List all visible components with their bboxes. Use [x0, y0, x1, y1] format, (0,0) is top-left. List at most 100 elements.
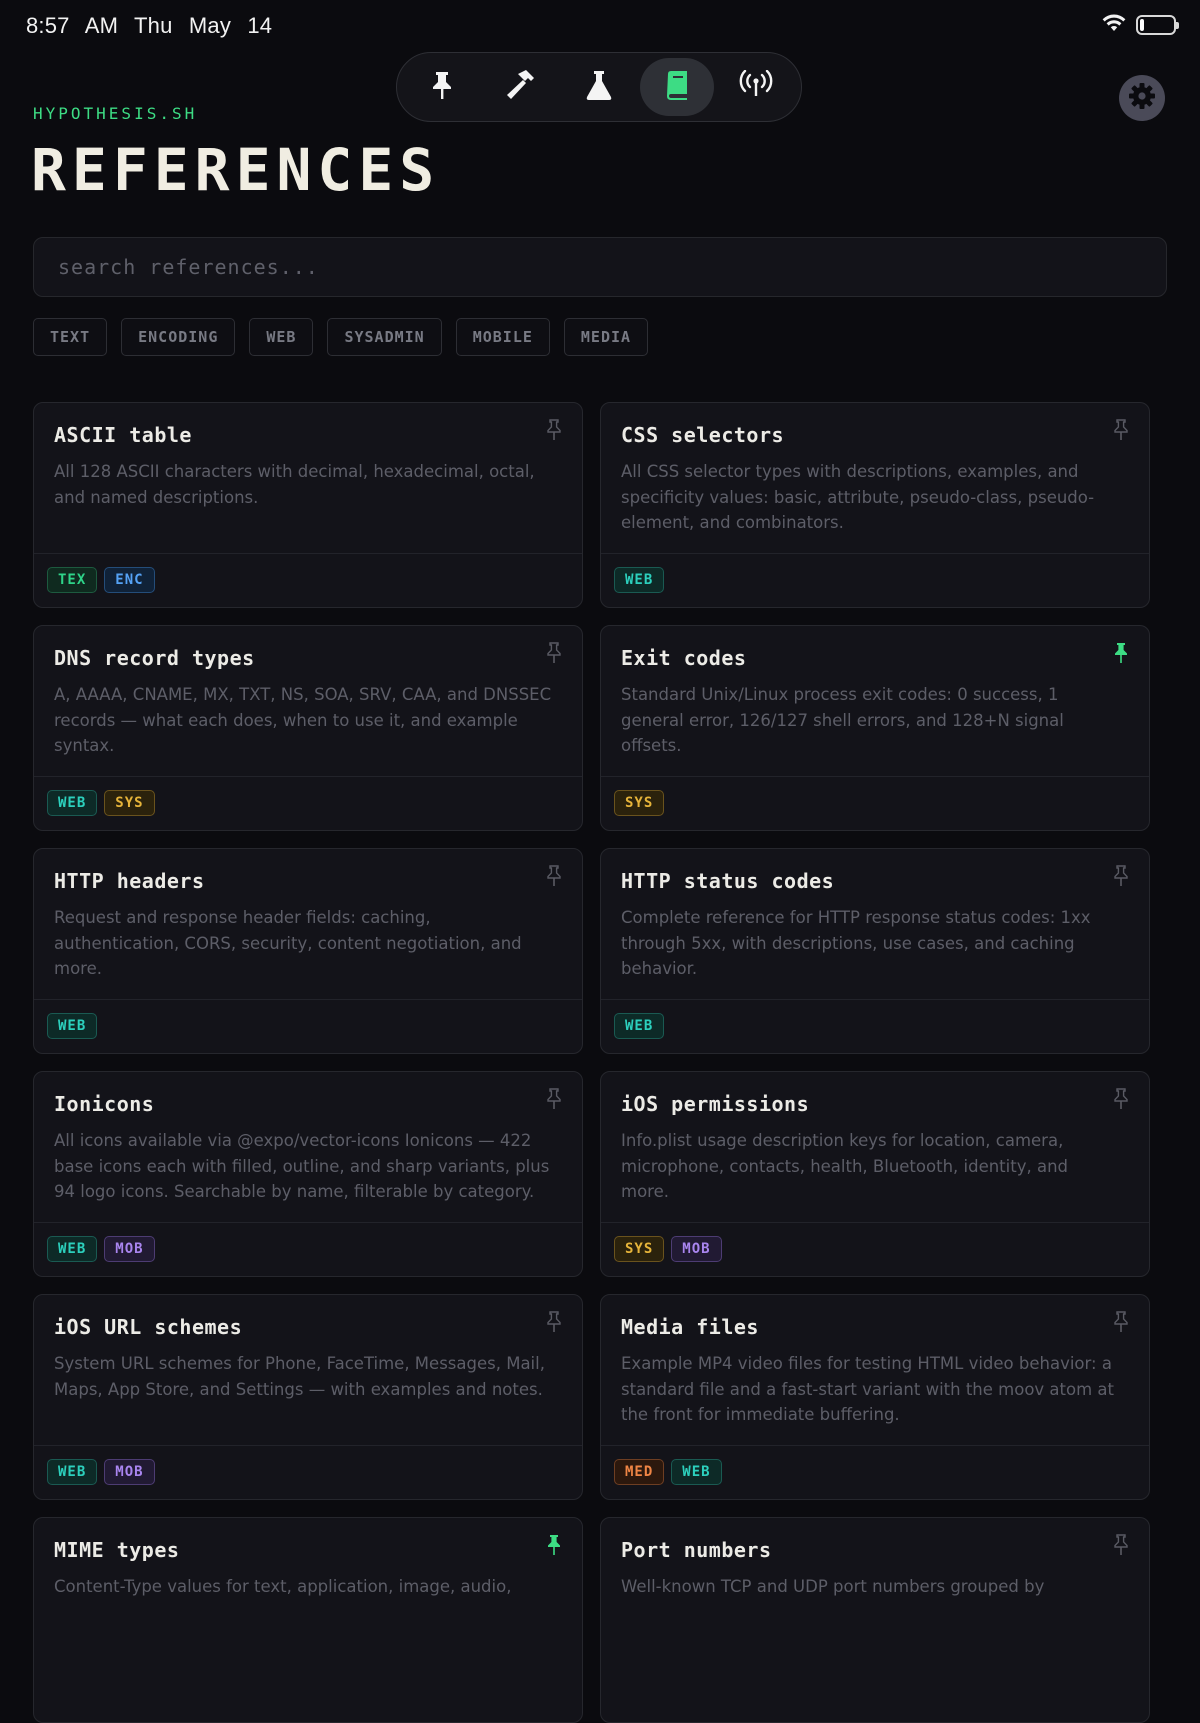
- book-icon: [664, 70, 690, 104]
- search-box: [33, 237, 1167, 297]
- tag-badge: WEB: [614, 1013, 665, 1039]
- pin-icon[interactable]: [544, 642, 564, 664]
- filter-bar: TEXT ENCODING WEB SYSADMIN MOBILE MEDIA: [33, 318, 649, 356]
- reference-card[interactable]: Port numbers Well-known TCP and UDP port…: [600, 1517, 1150, 1723]
- card-description: Info.plist usage description keys for lo…: [621, 1131, 1068, 1201]
- pin-icon[interactable]: [544, 1311, 564, 1333]
- status-icons: [1102, 14, 1179, 36]
- wifi-icon: [1102, 14, 1126, 36]
- card-tags: WEB: [47, 1013, 98, 1039]
- tag-badge: WEB: [47, 1013, 98, 1039]
- filter-encoding[interactable]: ENCODING: [121, 318, 236, 356]
- pin-icon[interactable]: [1111, 1311, 1131, 1333]
- filter-mobile[interactable]: MOBILE: [455, 318, 550, 356]
- card-tags: TEX ENC: [47, 567, 155, 593]
- tool-references-button[interactable]: [640, 58, 715, 116]
- card-tags: WEB MOB: [47, 1236, 155, 1262]
- reference-card[interactable]: HTTP headers Request and response header…: [33, 848, 583, 1054]
- tag-badge: WEB: [47, 1236, 98, 1262]
- card-description: Well-known TCP and UDP port numbers grou…: [621, 1577, 1045, 1596]
- card-title: Exit codes: [621, 646, 747, 670]
- reference-card[interactable]: MIME types Content-Type values for text,…: [33, 1517, 583, 1723]
- tag-badge: WEB: [671, 1459, 722, 1485]
- tool-switcher: [396, 52, 802, 122]
- pin-icon: [429, 70, 455, 104]
- filter-text[interactable]: TEXT: [33, 318, 108, 356]
- brand-label: HYPOTHESIS.SH: [33, 104, 198, 123]
- card-divider: [34, 553, 582, 554]
- card-description: System URL schemes for Phone, FaceTime, …: [54, 1354, 545, 1399]
- card-title: Media files: [621, 1315, 759, 1339]
- tag-badge: MOB: [104, 1236, 155, 1262]
- card-title: DNS record types: [54, 646, 255, 670]
- filter-sysadmin[interactable]: SYSADMIN: [327, 318, 442, 356]
- card-title: Port numbers: [621, 1538, 772, 1562]
- filter-media[interactable]: MEDIA: [563, 318, 649, 356]
- filter-web[interactable]: WEB: [249, 318, 314, 356]
- page-title: REFERENCES: [31, 136, 441, 204]
- tag-badge: WEB: [47, 1459, 98, 1485]
- card-description: All 128 ASCII characters with decimal, h…: [54, 462, 535, 507]
- reference-card[interactable]: iOS permissions Info.plist usage descrip…: [600, 1071, 1150, 1277]
- tool-network-button[interactable]: [719, 58, 793, 116]
- card-divider: [601, 1222, 1149, 1223]
- pin-icon[interactable]: [1111, 419, 1131, 441]
- pin-icon[interactable]: [1111, 865, 1131, 887]
- card-description: A, AAAA, CNAME, MX, TXT, NS, SOA, SRV, C…: [54, 685, 552, 755]
- pin-icon[interactable]: [1111, 1534, 1131, 1556]
- card-title: MIME types: [54, 1538, 180, 1562]
- card-title: HTTP headers: [54, 869, 205, 893]
- tag-badge: MED: [614, 1459, 665, 1485]
- tag-badge: ENC: [104, 567, 155, 593]
- pin-icon[interactable]: [544, 1088, 564, 1110]
- reference-card[interactable]: DNS record types A, AAAA, CNAME, MX, TXT…: [33, 625, 583, 831]
- tool-build-button[interactable]: [484, 58, 558, 116]
- search-input[interactable]: [34, 238, 1166, 296]
- tag-badge: WEB: [614, 567, 665, 593]
- settings-button[interactable]: [1119, 75, 1165, 121]
- pin-icon[interactable]: [544, 1534, 564, 1556]
- status-date: Thu May 14: [134, 13, 273, 38]
- gear-icon: [1128, 82, 1156, 114]
- status-clock: 8:57 AM: [26, 13, 119, 38]
- tool-lab-button[interactable]: [562, 58, 636, 116]
- pin-icon[interactable]: [544, 865, 564, 887]
- reference-card[interactable]: Media files Example MP4 video files for …: [600, 1294, 1150, 1500]
- tag-badge: MOB: [671, 1236, 722, 1262]
- status-time: 8:57 AM Thu May 14: [26, 13, 272, 39]
- card-title: ASCII table: [54, 423, 192, 447]
- card-title: iOS URL schemes: [54, 1315, 243, 1339]
- card-description: All CSS selector types with descriptions…: [621, 462, 1095, 532]
- reference-grid: ASCII table All 128 ASCII characters wit…: [33, 402, 1150, 1723]
- card-description: Example MP4 video files for testing HTML…: [621, 1354, 1115, 1424]
- pin-icon[interactable]: [544, 419, 564, 441]
- pin-icon[interactable]: [1111, 1088, 1131, 1110]
- reference-card[interactable]: Exit codes Standard Unix/Linux process e…: [600, 625, 1150, 831]
- card-description: Standard Unix/Linux process exit codes: …: [621, 685, 1064, 755]
- tool-pinned-button[interactable]: [405, 58, 479, 116]
- reference-card[interactable]: HTTP status codes Complete reference for…: [600, 848, 1150, 1054]
- card-title: Ionicons: [54, 1092, 155, 1116]
- reference-card[interactable]: iOS URL schemes System URL schemes for P…: [33, 1294, 583, 1500]
- card-tags: SYS: [614, 790, 665, 816]
- reference-card[interactable]: Ionicons All icons available via @expo/v…: [33, 1071, 583, 1277]
- card-divider: [34, 1222, 582, 1223]
- card-tags: MED WEB: [614, 1459, 722, 1485]
- reference-card[interactable]: ASCII table All 128 ASCII characters wit…: [33, 402, 583, 608]
- card-description: All icons available via @expo/vector-ico…: [54, 1131, 550, 1201]
- card-description: Content-Type values for text, applicatio…: [54, 1577, 512, 1596]
- card-title: iOS permissions: [621, 1092, 810, 1116]
- tag-badge: SYS: [104, 790, 155, 816]
- reference-card[interactable]: CSS selectors All CSS selector types wit…: [600, 402, 1150, 608]
- card-divider: [601, 999, 1149, 1000]
- card-title: HTTP status codes: [621, 869, 835, 893]
- card-description: Complete reference for HTTP response sta…: [621, 908, 1091, 978]
- hammer-icon: [504, 68, 538, 106]
- tag-badge: SYS: [614, 790, 665, 816]
- card-tags: SYS MOB: [614, 1236, 722, 1262]
- card-divider: [34, 999, 582, 1000]
- pin-icon[interactable]: [1111, 642, 1131, 664]
- card-tags: WEB MOB: [47, 1459, 155, 1485]
- tag-badge: MOB: [104, 1459, 155, 1485]
- card-tags: WEB SYS: [47, 790, 155, 816]
